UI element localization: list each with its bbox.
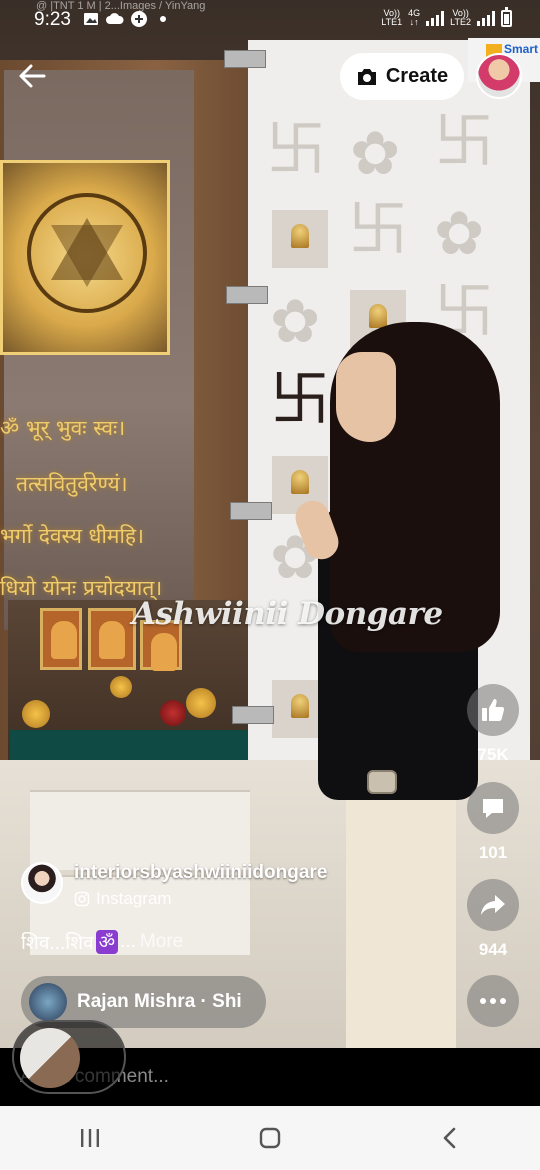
comment-icon bbox=[483, 799, 503, 818]
door-hinge bbox=[224, 50, 266, 68]
lotus-motif: ✿ bbox=[350, 120, 401, 187]
recents-icon bbox=[81, 1129, 99, 1147]
home-icon bbox=[259, 1127, 281, 1149]
bell-motif bbox=[272, 210, 328, 268]
caption-text: शिव...शिव bbox=[21, 933, 94, 954]
sim1-label: Vo)) LTE1 bbox=[381, 8, 403, 27]
lotus-motif: ✿ bbox=[434, 200, 485, 267]
video-watermark: Ashwiinii Dongare bbox=[132, 596, 443, 632]
door-hinge bbox=[226, 286, 268, 304]
share-count: 944 bbox=[478, 940, 508, 959]
nav-back-button[interactable] bbox=[410, 1106, 490, 1170]
signal-icon bbox=[426, 10, 445, 26]
person-face bbox=[336, 352, 396, 442]
create-button[interactable]: Create bbox=[340, 53, 464, 100]
brass-pot bbox=[22, 700, 50, 728]
profile-avatar[interactable] bbox=[476, 53, 522, 99]
om-emoji: ॐ bbox=[95, 930, 119, 954]
marigold bbox=[110, 676, 132, 698]
create-label: Create bbox=[385, 65, 449, 87]
mantra-line-2: तत्सवितुर्वरेण्यं। bbox=[16, 472, 128, 496]
author-avatar[interactable] bbox=[21, 862, 63, 904]
music-label: Rajan Mishra · Shi bbox=[77, 991, 242, 1012]
camera-icon bbox=[357, 68, 376, 85]
lotus-motif: ✿ bbox=[270, 288, 321, 355]
brass-pot bbox=[186, 688, 216, 718]
mantra-line-3: भर्गो देवस्य धीमहि। bbox=[0, 524, 145, 548]
comment-count: 101 bbox=[478, 843, 508, 862]
thumbs-up-icon bbox=[482, 699, 505, 721]
music-thumbnail bbox=[29, 983, 67, 1021]
share-icon bbox=[481, 895, 505, 915]
shri-yantra-decor bbox=[0, 160, 170, 355]
comment-action[interactable]: 101 bbox=[467, 782, 519, 863]
network-type: 4G ↓↑ bbox=[408, 8, 421, 27]
like-action[interactable]: 75K bbox=[467, 684, 519, 765]
share-action[interactable]: 944 bbox=[467, 879, 519, 960]
instagram-icon bbox=[74, 891, 90, 907]
more-options-button[interactable] bbox=[467, 975, 519, 1027]
cloud-icon bbox=[106, 10, 124, 28]
kalash bbox=[160, 700, 186, 726]
arrow-left-icon bbox=[19, 64, 46, 88]
like-button[interactable] bbox=[467, 684, 519, 736]
door-hinge bbox=[230, 502, 272, 520]
swastika-motif-dark: 卐 bbox=[270, 366, 330, 433]
system-nav-bar bbox=[0, 1106, 540, 1170]
clock: 9:23 bbox=[34, 9, 71, 30]
drawer-upper bbox=[30, 790, 250, 870]
dot-icon bbox=[490, 998, 496, 1004]
deity-frame bbox=[88, 608, 136, 670]
source-row[interactable]: Instagram bbox=[74, 889, 172, 909]
share-button[interactable] bbox=[467, 879, 519, 931]
dot-icon bbox=[154, 10, 172, 28]
back-icon bbox=[443, 1127, 456, 1149]
swastika-motif: 卐 bbox=[266, 116, 326, 183]
home-button[interactable] bbox=[230, 1106, 310, 1170]
author-name[interactable]: interiorsbyashwiiniidongare bbox=[74, 862, 327, 884]
like-count: 75K bbox=[477, 745, 509, 764]
caption-ellipsis: ... bbox=[120, 931, 136, 952]
settings-icon bbox=[130, 10, 148, 28]
gallery-icon bbox=[82, 10, 100, 28]
battery-icon bbox=[501, 6, 512, 27]
more-link[interactable]: More bbox=[140, 931, 183, 953]
deity-frame bbox=[40, 608, 82, 670]
signal-icon bbox=[477, 10, 495, 26]
recents-button[interactable] bbox=[50, 1106, 130, 1170]
source-label: Instagram bbox=[96, 889, 172, 908]
dot-icon bbox=[500, 998, 506, 1004]
dot-icon bbox=[480, 998, 486, 1004]
back-button[interactable] bbox=[14, 58, 50, 94]
sim2-label: Vo)) LTE2 bbox=[450, 8, 471, 27]
post-caption[interactable]: शिव...शिव ॐ ... More bbox=[21, 929, 183, 955]
door-hinge bbox=[232, 706, 274, 724]
mantra-line-1: ॐ भूर् भुवः स्वः। bbox=[0, 416, 126, 440]
comment-button[interactable] bbox=[467, 782, 519, 834]
swastika-motif: 卐 bbox=[348, 196, 408, 263]
wristwatch bbox=[367, 770, 397, 794]
mini-video-thumbnail[interactable] bbox=[12, 1020, 126, 1094]
swastika-motif: 卐 bbox=[434, 108, 494, 175]
status-bar: @ |TNT 1 M | 2...Images / YinYang 9:23 V… bbox=[0, 0, 540, 38]
